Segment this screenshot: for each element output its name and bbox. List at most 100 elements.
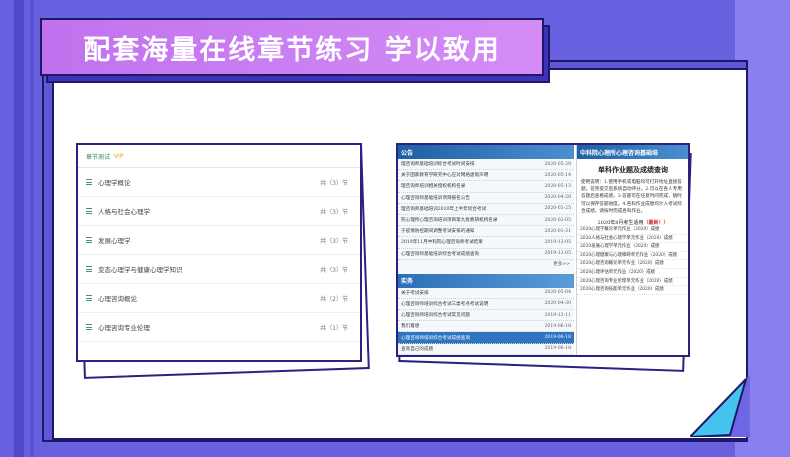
practice-item[interactable]: 我们着想 2019-06-18 <box>398 321 574 333</box>
chapter-row[interactable]: 发展心理学 共（3）节 <box>78 226 360 255</box>
chapter-count: 共（3）节 <box>320 179 348 187</box>
practice-item-date: 2019-06-18 <box>544 323 572 329</box>
news-item-title: 理咨询师基础培训2020年上半年综合考试 <box>401 206 487 212</box>
practice-item-date: 2019-06-18 <box>544 335 572 341</box>
list-icon <box>86 237 92 243</box>
chapter-title: 心理咨询概论 <box>98 295 137 303</box>
left-stripe <box>14 0 24 457</box>
news-item[interactable]: 2019年11月中科院心理咨询师考试结果 2019-12-05 <box>398 237 574 249</box>
news-item-title: 2019年11月中科院心理咨询师考试结果 <box>401 240 483 246</box>
chapter-title: 变态心理学与健康心理学知识 <box>98 266 183 274</box>
homework-item[interactable]: 2020人格与社会心理学单元作业（2020）成绩 <box>577 235 688 244</box>
chapter-row[interactable]: 心理咨询概论 共（2）节 <box>78 284 360 313</box>
news-item[interactable]: 心理咨询师基础培训项目报名公告 2020-04-28 <box>398 193 574 204</box>
homework-item[interactable]: 2020心理健康与心理障碍单元作业（2020）成绩 <box>577 252 688 261</box>
practice-item-date: 2019-06-18 <box>544 346 572 352</box>
news-item[interactable]: 理咨询师培训相关授权机构名录 2020-05-13 <box>398 181 574 193</box>
season-label: 2020年8月考生适用（最新！） <box>577 219 688 226</box>
chapter-count: 共（1）节 <box>320 324 348 332</box>
chapter-list: 心理学概论 共（3）节 人格与社会心理学 共（3）节 发展心理学 共（3）节 变态心理学与健… <box>78 168 360 342</box>
news-item-date: 2020-02-05 <box>544 217 572 223</box>
title-banner: 配套海量在线章节练习 学以致用 <box>40 18 544 76</box>
list-icon <box>86 266 92 272</box>
homework-item[interactable]: 2020发展心理学单元作业（2020）成绩 <box>577 243 688 252</box>
homework-item[interactable]: 2020心理咨询专业伦理单元作业（2020）成绩 <box>577 278 688 287</box>
chapter-row[interactable]: 心理咨询专业伦理 共（1）节 <box>78 313 360 342</box>
news-item-date: 2019-12-05 <box>544 239 572 245</box>
practice-list: 关于考试安排 2020-05-04 心理咨询师培训综合考试三类考点考试说明 2020-… <box>398 288 574 355</box>
practice-item-title: 心理咨询师培训综合考试三类考点考试说明 <box>401 301 489 307</box>
left-stripe-thin <box>30 0 34 457</box>
news-item-title: 心理咨询师基础培训项目报名公告 <box>401 195 470 201</box>
list-icon <box>86 324 92 330</box>
list-icon <box>86 208 92 214</box>
news-item-date: 2020-05-29 <box>544 161 572 167</box>
practice-item[interactable]: 心理咨询师培训综合考试成绩查询 2019-06-18 <box>398 332 574 344</box>
homework-item[interactable]: 2020心理咨询技能单元作业（2020）成绩 <box>577 286 688 295</box>
practice-item[interactable]: 关于考试安排 2020-05-04 <box>398 288 574 299</box>
homework-list: 2020心理学概论单元作业（2020）成绩 2020人格与社会心理学单元作业（20… <box>577 226 688 295</box>
tab-chapter-test[interactable]: 章节测试 <box>86 152 110 161</box>
practice-item-date: 2019-12-11 <box>544 312 572 318</box>
practice-item-title: 查询自己的成绩 <box>401 346 434 352</box>
chapter-count: 共（3）节 <box>320 208 348 216</box>
practice-item-date: 2020-04-30 <box>544 301 572 307</box>
chapter-count: 共（3）节 <box>320 237 348 245</box>
chapter-tabbar: 章节测试 ·VIP <box>78 145 360 168</box>
news-item-title: 院心理所心理咨询培训项目第九批教研机构名录 <box>401 218 498 224</box>
news-item[interactable]: 于疫情防控期间调整考试安排的通知 2020-01-31 <box>398 226 574 238</box>
news-item[interactable]: 理咨询师基础培训2020年上半年综合考试 2020-03-25 <box>398 204 574 215</box>
news-item[interactable]: 关于国家教育学研究中心应对网络虚假声明 2020-05-14 <box>398 170 574 182</box>
news-header: 公告 <box>398 145 574 159</box>
practice-header: 实务 <box>398 273 574 288</box>
query-header: 中科院心理所心理咨询基础培 <box>577 145 688 159</box>
chapter-row[interactable]: 心理学概论 共（3）节 <box>78 168 360 197</box>
practice-item-title: 我们着想 <box>401 324 420 330</box>
homework-item[interactable]: 2020心理学概论单元作业（2020）成绩 <box>577 226 688 235</box>
chapter-title: 人格与社会心理学 <box>98 208 150 216</box>
news-item-title: 关于国家教育学研究中心应对网络虚假声明 <box>401 173 489 179</box>
chapter-count: 共（3）节 <box>320 266 348 274</box>
query-title: 单科作业题及成绩查询 <box>598 165 668 174</box>
list-icon <box>86 295 92 301</box>
practice-item-date: 2020-05-04 <box>544 290 572 296</box>
query-instructions: 使用说明：1.使用手机或电脑均可打开地址直接答题。答完提交后系统自动评分。2.可… <box>581 180 682 214</box>
page-fold-icon <box>690 375 750 437</box>
practice-item-title: 心理咨询师培训综合考试常见问题 <box>401 313 470 319</box>
chapter-card: 章节测试 ·VIP 心理学概论 共（3）节 人格与社会心理学 共（3）节 发展心理学 共（… <box>76 143 362 362</box>
chapter-title: 心理咨询专业伦理 <box>98 324 150 332</box>
news-item-date: 2020-01-31 <box>544 228 572 234</box>
news-item-date: 2020-04-28 <box>544 195 572 201</box>
news-item-date: 2020-05-13 <box>544 183 572 189</box>
news-item[interactable]: 院心理所心理咨询培训项目第九批教研机构名录 2020-02-05 <box>398 215 574 227</box>
homework-item[interactable]: 2020心理评估单元作业（2020）成绩 <box>577 269 688 278</box>
portal-query-column: 中科院心理所心理咨询基础培 单科作业题及成绩查询 使用说明：1.使用手机或电脑均… <box>576 145 688 355</box>
news-item[interactable]: 心理咨询师基础培训综合考试成绩查询 2019-12-05 <box>398 249 574 260</box>
list-icon <box>86 179 92 185</box>
news-item-title: 心理咨询师基础培训综合考试成绩查询 <box>401 251 480 257</box>
news-list: 理咨询师基础培训综合考试时间安排 2020-05-29 关于国家教育学研究中心应对网… <box>398 159 574 260</box>
portal-news-column: 公告 理咨询师基础培训综合考试时间安排 2020-05-29 关于国家教育学研究中心… <box>398 145 574 355</box>
practice-item-title: 关于考试安排 <box>401 290 429 296</box>
homework-item[interactable]: 2020心理咨询概论单元作业（2020）成绩 <box>577 260 688 269</box>
chapter-row[interactable]: 人格与社会心理学 共（3）节 <box>78 197 360 226</box>
practice-item[interactable]: 查询自己的成绩 2019-06-18 <box>398 344 574 355</box>
banner-title: 配套海量在线章节练习 学以致用 <box>83 34 501 66</box>
more-link[interactable]: 更多>> <box>398 260 574 270</box>
portal-card: 公告 理咨询师基础培训综合考试时间安排 2020-05-29 关于国家教育学研究中心… <box>396 143 690 357</box>
news-item-title: 理咨询师基础培训综合考试时间安排 <box>401 162 475 168</box>
chapter-count: 共（2）节 <box>320 295 348 303</box>
practice-item[interactable]: 心理咨询师培训综合考试常见问题 2019-12-11 <box>398 310 574 322</box>
news-item-title: 理咨询师培训相关授权机构名录 <box>401 184 466 190</box>
chapter-title: 发展心理学 <box>98 237 131 245</box>
chapter-row[interactable]: 变态心理学与健康心理学知识 共（3）节 <box>78 255 360 284</box>
news-item-title: 于疫情防控期间调整考试安排的通知 <box>401 229 475 235</box>
practice-item-title: 心理咨询师培训综合考试成绩查询 <box>401 335 470 341</box>
practice-item[interactable]: 心理咨询师培训综合考试三类考点考试说明 2020-04-30 <box>398 299 574 311</box>
chapter-title: 心理学概论 <box>98 179 131 187</box>
news-item-date: 2019-12-05 <box>544 251 572 257</box>
news-item-date: 2020-03-25 <box>544 206 572 212</box>
news-item[interactable]: 理咨询师基础培训综合考试时间安排 2020-05-29 <box>398 159 574 171</box>
news-item-date: 2020-05-14 <box>544 172 572 178</box>
vip-badge: ·VIP <box>112 152 124 160</box>
